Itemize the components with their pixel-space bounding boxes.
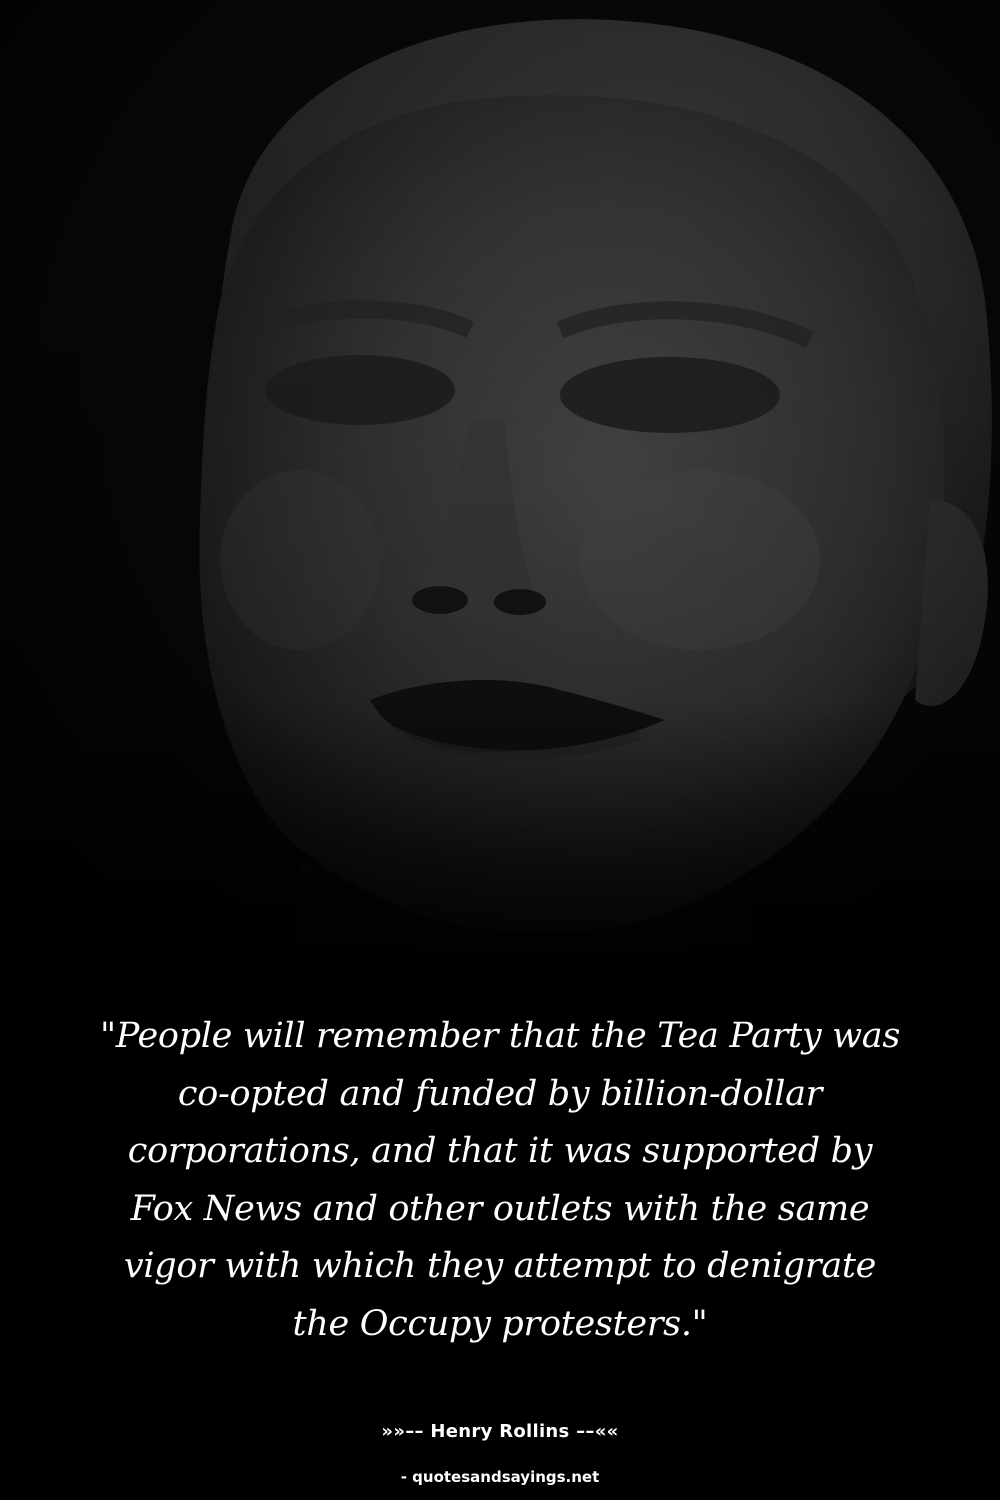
quote-line: Fox News and other outlets with the same <box>130 1188 870 1229</box>
source-attribution: - quotesandsayings.net <box>400 1468 600 1486</box>
quote-author: »»–– Henry Rollins ––«« <box>381 1421 619 1442</box>
quote-line: co-opted and funded by billion-dollar <box>177 1073 823 1114</box>
background-portrait-photo <box>0 0 1000 1000</box>
portrait-illustration <box>0 0 1000 1000</box>
quote-line: "People will remember that the Tea Party… <box>99 1016 901 1056</box>
quote-line: corporations, and that it was supported … <box>127 1131 873 1171</box>
quote-text: "People will remember that the Tea Party… <box>50 1008 950 1353</box>
quote-line: vigor with which they attempt to denigra… <box>123 1246 877 1286</box>
quote-line: the Occupy protesters." <box>292 1303 708 1344</box>
